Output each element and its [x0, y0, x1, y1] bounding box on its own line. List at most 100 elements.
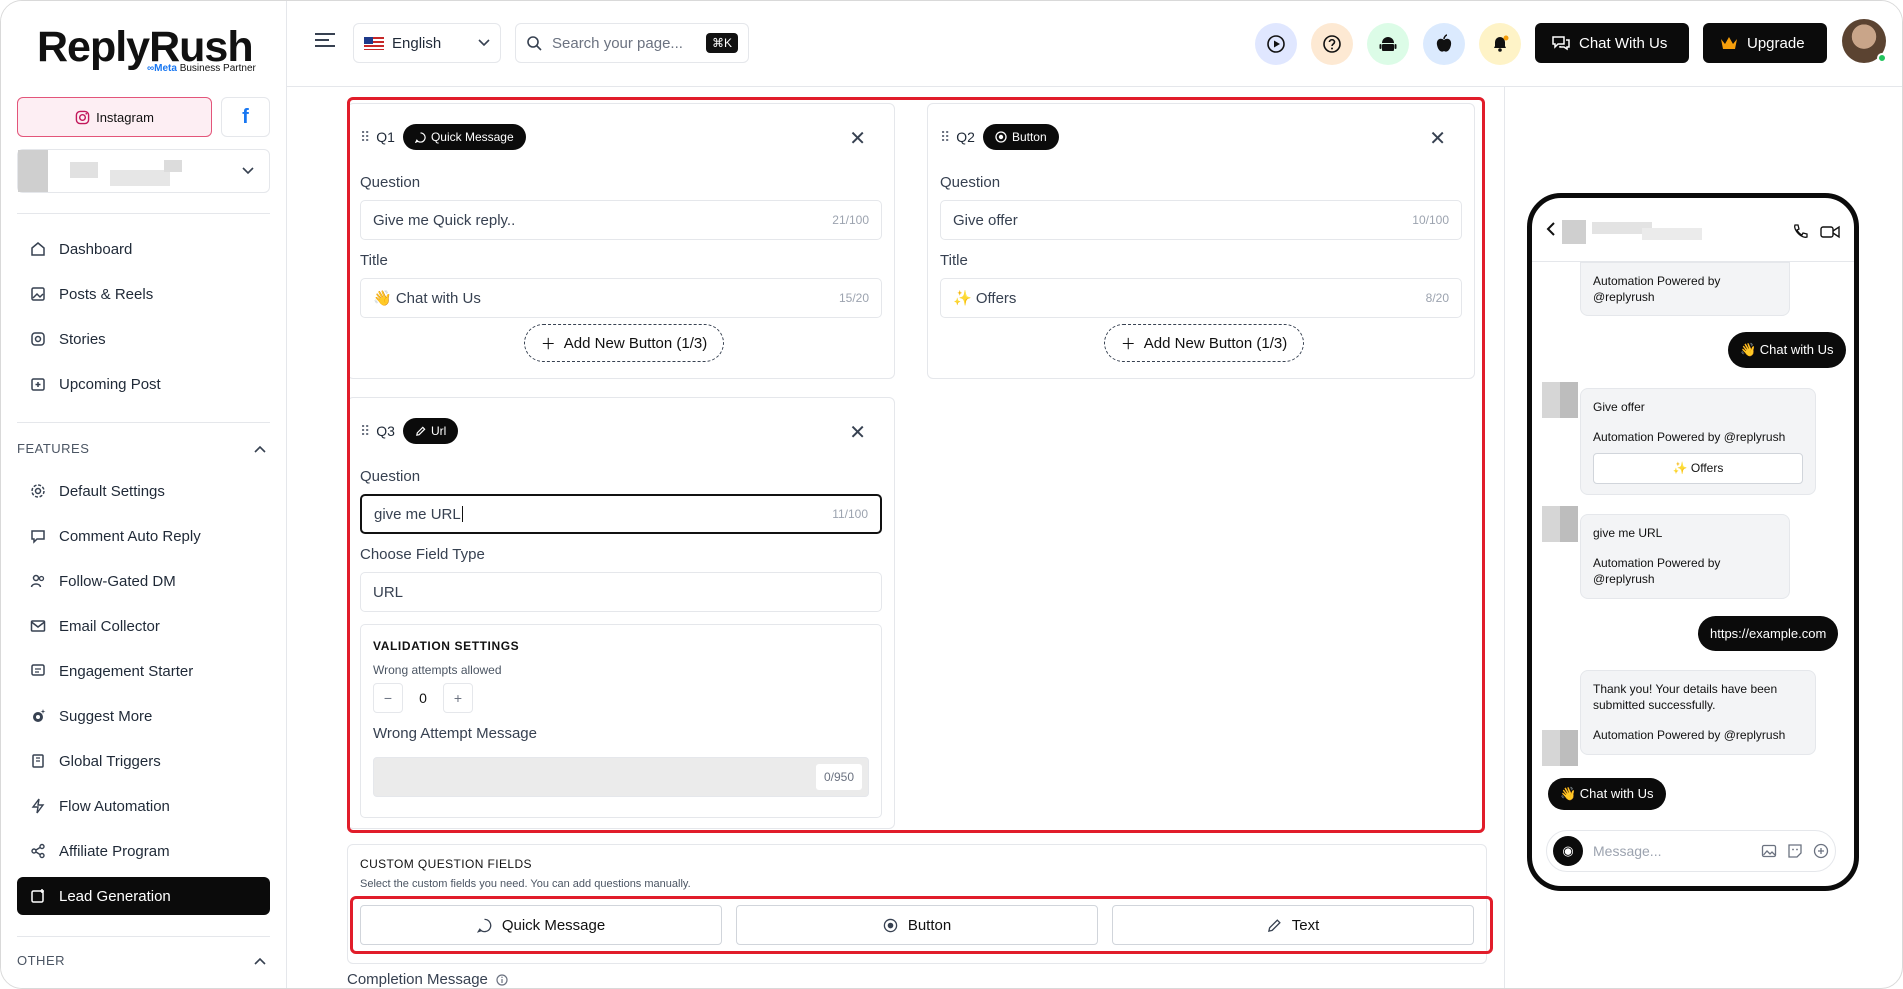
share-icon — [29, 842, 47, 860]
divider — [17, 422, 270, 423]
search-shortcut: ⌘K — [705, 33, 738, 53]
chat-with-us-label: Chat With Us — [1579, 34, 1668, 52]
nav-label: Comment Auto Reply — [59, 527, 201, 545]
account-selector[interactable] — [17, 149, 270, 193]
play-icon — [1267, 35, 1285, 53]
nav-label: Follow-Gated DM — [59, 572, 176, 590]
field-buttons-highlight — [350, 896, 1493, 954]
nav-follow-gated-dm[interactable]: Follow-Gated DM — [17, 562, 270, 600]
facebook-icon: f — [242, 105, 249, 128]
back-arrow-icon[interactable] — [1546, 222, 1556, 236]
nav-comment-auto-reply[interactable]: Comment Auto Reply — [17, 517, 270, 555]
chevron-up-icon — [254, 445, 266, 453]
preview-text: Thank you! Your details have been submit… — [1593, 682, 1778, 713]
apple-icon — [1436, 34, 1452, 52]
divider — [17, 213, 270, 214]
nav-label: Email Collector — [59, 617, 160, 635]
nav-stories[interactable]: Stories — [17, 320, 270, 358]
sticker-icon[interactable] — [1787, 843, 1803, 859]
nav-label: Default Settings — [59, 482, 165, 500]
language-label: English — [392, 34, 442, 52]
top-header: English Search your page... ⌘K Chat With… — [287, 1, 1902, 87]
facebook-tab[interactable]: f — [221, 97, 270, 137]
nav-label: Suggest More — [59, 707, 153, 725]
notifications-button[interactable] — [1479, 23, 1521, 65]
nav-label: Lead Generation — [59, 887, 171, 905]
search-input[interactable]: Search your page... ⌘K — [515, 23, 749, 63]
account-name-redacted — [164, 160, 182, 172]
preview-quick-reply-chip[interactable]: 👋 Chat with Us — [1548, 778, 1666, 810]
preview-message: Automation Powered by @replyrush — [1580, 262, 1790, 317]
instagram-tab[interactable]: Instagram — [17, 97, 212, 137]
chevron-down-icon — [242, 167, 254, 175]
stories-icon — [29, 330, 47, 348]
lead-icon — [29, 887, 47, 905]
preview-message: give me URL Automation Powered by @reply… — [1580, 514, 1790, 599]
nav-posts-reels[interactable]: Posts & Reels — [17, 275, 270, 313]
other-section-header[interactable]: OTHER — [17, 953, 270, 968]
upgrade-label: Upgrade — [1747, 34, 1805, 52]
nav-email-collector[interactable]: Email Collector — [17, 607, 270, 645]
nav-flow-automation[interactable]: Flow Automation — [17, 787, 270, 825]
features-section-header[interactable]: FEATURES — [17, 441, 270, 456]
preview-sender-avatar — [1542, 506, 1578, 542]
preview-text: @replyrush — [1593, 572, 1655, 587]
preview-offer-button[interactable]: ✨ Offers — [1593, 453, 1803, 484]
nav-global-triggers[interactable]: Global Triggers — [17, 742, 270, 780]
lead-generation-editor: ⠿ Q1 Quick Message ✕ Question Give me Qu… — [287, 87, 1505, 988]
app-window: ReplyRush ∞Meta Business Partner Instagr… — [0, 0, 1903, 989]
chevron-up-icon — [254, 957, 266, 965]
completion-message-label: Completion Message — [347, 971, 508, 988]
chevron-down-icon — [478, 39, 490, 47]
completion-label-text: Completion Message — [347, 971, 488, 988]
upgrade-button[interactable]: Upgrade — [1703, 23, 1827, 63]
nav-lead-generation[interactable]: Lead Generation — [17, 877, 270, 915]
divider — [17, 936, 270, 937]
android-app-button[interactable] — [1367, 23, 1409, 65]
account-name-redacted — [70, 162, 98, 178]
camera-icon[interactable]: ◉ — [1553, 836, 1583, 866]
questions-highlight — [347, 97, 1485, 833]
account-avatar — [18, 150, 48, 192]
mail-icon — [29, 617, 47, 635]
nav-dashboard[interactable]: Dashboard — [17, 230, 270, 268]
crown-icon — [1721, 37, 1737, 49]
info-icon[interactable] — [496, 973, 508, 986]
menu-icon[interactable] — [315, 33, 335, 51]
features-heading: FEATURES — [17, 441, 90, 456]
search-icon — [527, 36, 542, 51]
ios-app-button[interactable] — [1423, 23, 1465, 65]
video-tutorial-button[interactable] — [1255, 23, 1297, 65]
help-button[interactable] — [1311, 23, 1353, 65]
nav-suggest-more[interactable]: Suggest More — [17, 697, 270, 735]
preview-sender-avatar — [1542, 730, 1578, 766]
chat-icon — [1552, 36, 1570, 51]
sidebar: ReplyRush ∞Meta Business Partner Instagr… — [1, 1, 287, 988]
online-status-dot — [1877, 53, 1887, 63]
nav-affiliate-program[interactable]: Affiliate Program — [17, 832, 270, 870]
gallery-icon[interactable] — [1761, 843, 1777, 859]
preview-text: Automation Powered by — [1593, 556, 1721, 571]
plus-circle-icon[interactable] — [1813, 843, 1829, 859]
phone-icon[interactable] — [1792, 224, 1808, 240]
nav-label: Posts & Reels — [59, 285, 154, 303]
preview-sent-message: 👋 Chat with Us — [1728, 332, 1846, 368]
video-call-icon[interactable] — [1820, 225, 1840, 239]
nav-engagement-starter[interactable]: Engagement Starter — [17, 652, 270, 690]
comment-icon — [29, 527, 47, 545]
preview-text: Give offer — [1593, 400, 1645, 414]
nav-upcoming-post[interactable]: Upcoming Post — [17, 365, 270, 403]
preview-message: Thank you! Your details have been submit… — [1580, 670, 1816, 755]
preview-message-input[interactable]: ◉ Message... — [1546, 830, 1836, 872]
language-selector[interactable]: English — [353, 23, 501, 63]
nav-label: Stories — [59, 330, 106, 348]
preview-header — [1532, 198, 1854, 262]
nav-default-settings[interactable]: Default Settings — [17, 472, 270, 510]
chat-with-us-button[interactable]: Chat With Us — [1535, 23, 1689, 63]
message-lines-icon — [29, 662, 47, 680]
preview-text: Automation Powered by @replyrush — [1593, 430, 1786, 445]
input-actions — [1761, 843, 1829, 859]
search-placeholder: Search your page... — [552, 34, 683, 52]
image-icon — [29, 285, 47, 303]
account-name-redacted — [110, 170, 170, 186]
